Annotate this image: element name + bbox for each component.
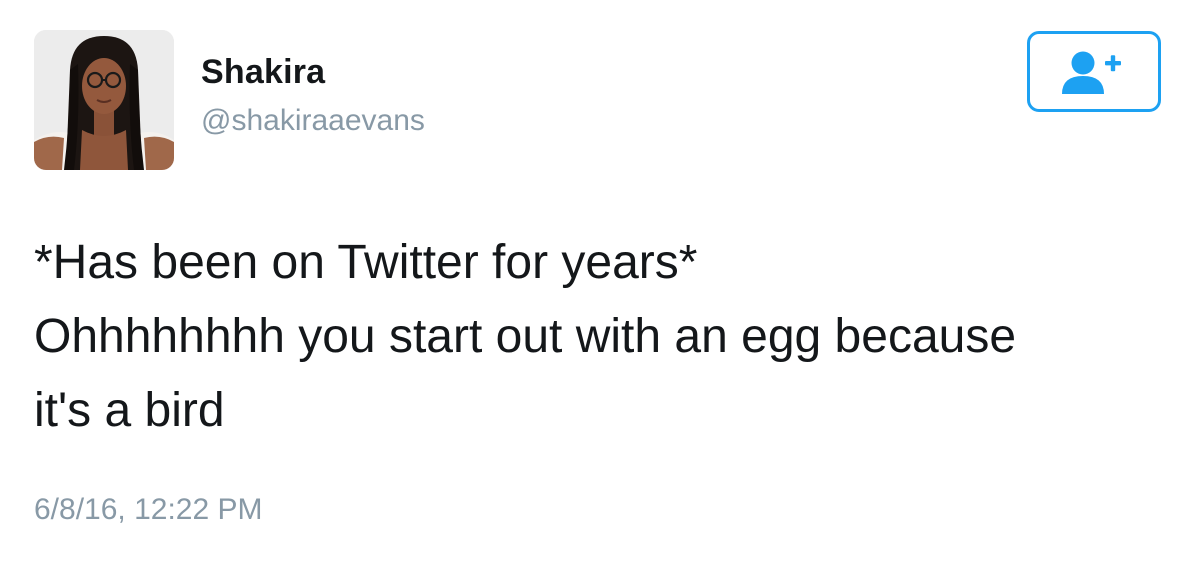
- profile-photo: [34, 30, 174, 170]
- avatar[interactable]: [34, 30, 174, 170]
- tweet-card: Shakira @shakiraaevans *Has been on Twit…: [0, 0, 1200, 562]
- add-user-icon: [1062, 51, 1121, 94]
- display-name[interactable]: Shakira: [201, 53, 325, 92]
- follow-button[interactable]: [1027, 31, 1161, 112]
- tweet-timestamp[interactable]: 6/8/16, 12:22 PM: [34, 493, 263, 527]
- tweet-line: Ohhhhhhhh you start out with an egg beca…: [34, 310, 1017, 363]
- user-handle[interactable]: @shakiraaevans: [201, 104, 425, 138]
- tweet-text: *Has been on Twitter for years* Ohhhhhhh…: [34, 226, 1184, 448]
- tweet-line: it's a bird: [34, 384, 225, 437]
- tweet-line: *Has been on Twitter for years*: [34, 236, 698, 289]
